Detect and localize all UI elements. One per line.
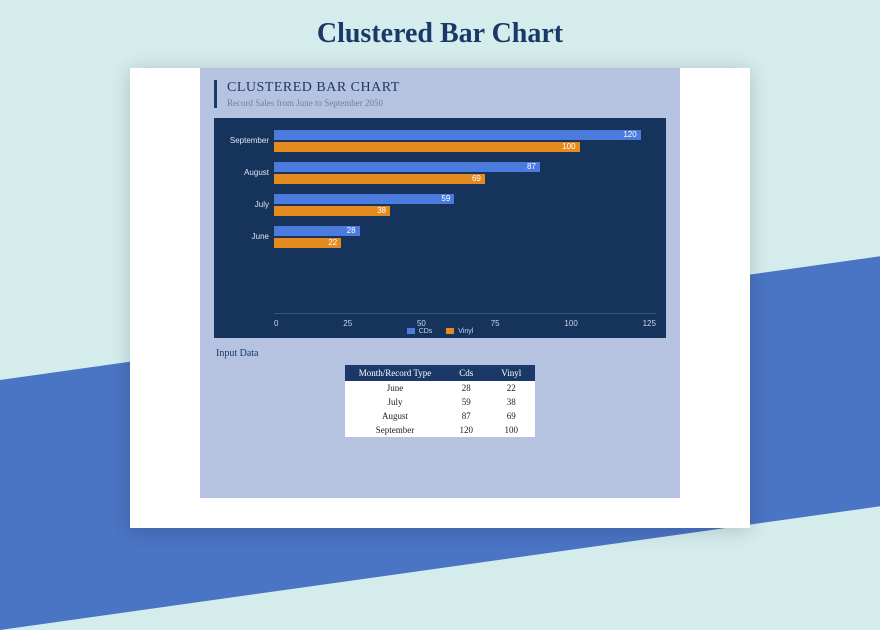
table-row: July5938 <box>345 395 535 409</box>
category-label: September <box>219 136 269 145</box>
document-card: CLUSTERED BAR CHART Record Sales from Ju… <box>130 68 750 528</box>
table-cell: 87 <box>445 409 487 423</box>
table-header-row: Month/Record TypeCdsVinyl <box>345 365 535 381</box>
table-cell: 120 <box>445 423 487 437</box>
category-label: August <box>219 168 269 177</box>
chart-header: CLUSTERED BAR CHART Record Sales from Ju… <box>214 80 666 108</box>
table-cell: August <box>345 409 445 423</box>
table-cell: 100 <box>487 423 535 437</box>
category-group: July5938 <box>274 194 656 216</box>
x-axis-line <box>274 313 656 314</box>
bar-value-label: 22 <box>328 238 337 248</box>
bar-cds: 87 <box>274 162 540 172</box>
table-col-header: Vinyl <box>487 365 535 381</box>
table-cell: September <box>345 423 445 437</box>
table-cell: June <box>345 381 445 395</box>
bar-value-label: 59 <box>441 194 450 204</box>
clustered-bar-chart: September 120 100 August 87 69 July 59 38 June 28 2… <box>214 118 666 338</box>
table-row: August8769 <box>345 409 535 423</box>
swatch-cds-icon <box>407 328 415 334</box>
table-cell: 22 <box>487 381 535 395</box>
table-cell: July <box>345 395 445 409</box>
category-group: June2822 <box>274 226 656 248</box>
bar-value-label: 100 <box>562 142 575 152</box>
chart-legend: CDs Vinyl <box>214 328 666 337</box>
bar-value-label: 28 <box>347 226 356 236</box>
page-title: Clustered Bar Chart <box>0 0 880 50</box>
input-data-title: Input Data <box>216 348 666 359</box>
bar-value-label: 69 <box>472 174 481 184</box>
chart-panel: CLUSTERED BAR CHART Record Sales from Ju… <box>200 68 680 498</box>
table-row: September120100 <box>345 423 535 437</box>
swatch-vinyl-icon <box>446 328 454 334</box>
bar-value-label: 38 <box>377 206 386 216</box>
bar-value-label: 87 <box>527 162 536 172</box>
table-col-header: Cds <box>445 365 487 381</box>
bar-cds: 120 <box>274 130 641 140</box>
table-col-header: Month/Record Type <box>345 365 445 381</box>
chart-title: CLUSTERED BAR CHART <box>227 80 666 96</box>
category-label: July <box>219 200 269 209</box>
legend-entry-vinyl: Vinyl <box>446 328 473 335</box>
legend-vinyl-label: Vinyl <box>458 328 473 335</box>
table-cell: 69 <box>487 409 535 423</box>
table-cell: 59 <box>445 395 487 409</box>
table-cell: 28 <box>445 381 487 395</box>
bar-vinyl: 100 <box>274 142 580 152</box>
bar-vinyl: 22 <box>274 238 341 248</box>
bar-vinyl: 69 <box>274 174 485 184</box>
legend-cds-label: CDs <box>419 328 433 335</box>
table-cell: 38 <box>487 395 535 409</box>
legend-entry-cds: CDs <box>407 328 433 335</box>
category-group: September120100 <box>274 130 656 152</box>
category-group: August8769 <box>274 162 656 184</box>
bar-cds: 59 <box>274 194 454 204</box>
input-data-table: Month/Record TypeCdsVinyl June2822July59… <box>345 365 535 437</box>
bar-value-label: 120 <box>623 130 636 140</box>
bar-cds: 28 <box>274 226 360 236</box>
chart-subtitle: Record Sales from June to September 2050 <box>227 98 666 108</box>
category-label: June <box>219 232 269 241</box>
table-row: June2822 <box>345 381 535 395</box>
bar-vinyl: 38 <box>274 206 390 216</box>
table-body: June2822July5938August8769September12010… <box>345 381 535 437</box>
